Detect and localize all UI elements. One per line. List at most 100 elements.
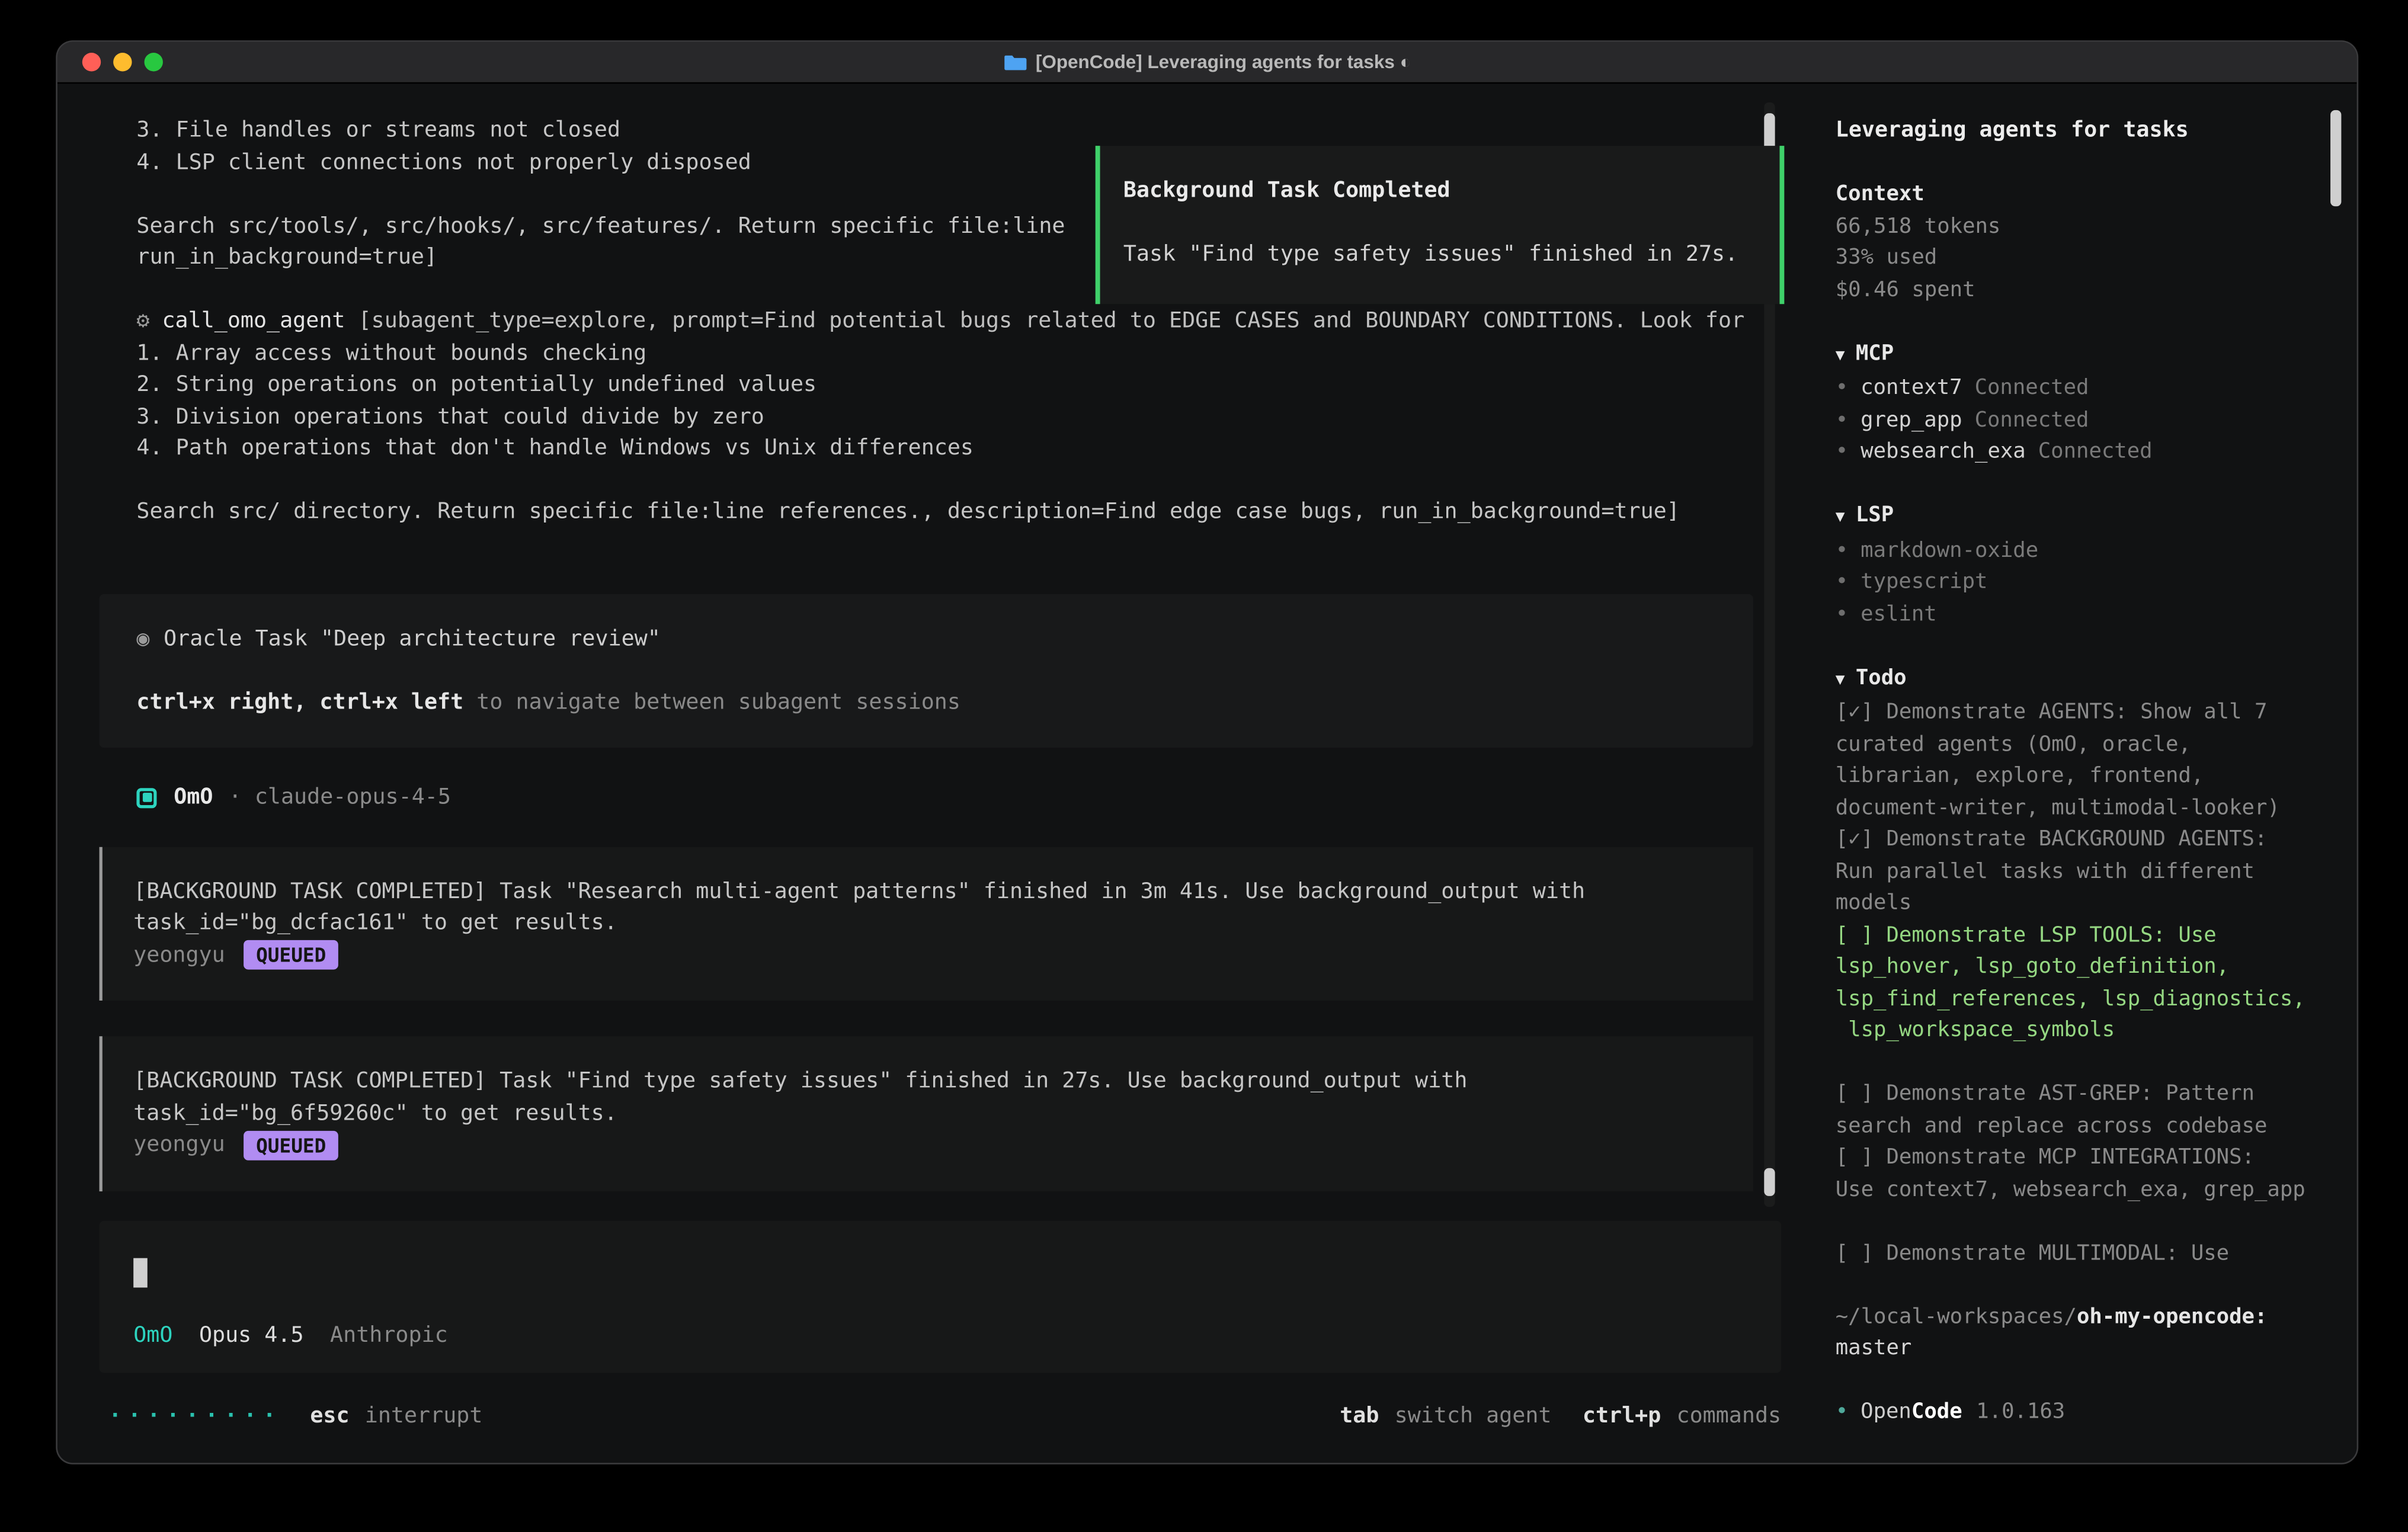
context-used: 33% used [1836, 242, 2320, 274]
agent-checkbox-icon [136, 788, 156, 808]
lsp-item: • typescript [1836, 566, 2320, 598]
tool-name: call_omo_agent [162, 309, 345, 334]
input-agent-name: OmO [133, 1320, 172, 1352]
bullet-icon: • [1836, 569, 1848, 594]
queued-badge: QUEUED [244, 941, 338, 970]
agent-header: OmO · claude-opus-4-5 [136, 782, 1781, 814]
window-title: [OpenCode] Leveraging agents for tasks ◐ [1003, 51, 1411, 73]
input-model-name: Opus 4.5 [199, 1320, 304, 1352]
session-title: Leveraging agents for tasks [1836, 115, 2320, 147]
message-author: yeongyu [133, 940, 225, 972]
queued-badge: QUEUED [244, 1130, 338, 1160]
workspace-repo: oh-my-opencode: [2077, 1304, 2267, 1329]
interrupt-label: interrupt [365, 1400, 483, 1432]
todo-section: ▼ Todo [✓] Demonstrate AGENTS: Show all 7… [1836, 662, 2320, 1269]
mcp-name: websearch_exa [1861, 439, 2026, 464]
context-heading: Context [1836, 181, 1925, 206]
workspace-section: ~/local-workspaces/oh-my-opencode: maste… [1836, 1301, 2320, 1364]
app-name-bold: Code [1911, 1396, 1962, 1428]
todo-heading: Todo [1856, 665, 1907, 690]
window-titlebar: [OpenCode] Leveraging agents for tasks ◐ [57, 42, 2357, 84]
workspace-path: ~/local-workspaces/oh-my-opencode: [1836, 1301, 2320, 1333]
agent-model: · claude-opus-4-5 [229, 782, 451, 814]
lsp-section: ▼LSP •markdown-oxide • typescript • eslint [1836, 499, 2320, 630]
bullet-icon: • [1836, 376, 1848, 400]
lsp-name: markdown-oxide [1861, 537, 2038, 562]
message-text: [BACKGROUND TASK COMPLETED] Task "Resear… [133, 876, 1722, 939]
gear-icon: ⚙ [136, 309, 149, 334]
text-cursor [133, 1257, 148, 1287]
fisheye-icon: ◉ [136, 626, 149, 651]
input-model-row: OmO Opus 4.5 Anthropic [133, 1320, 448, 1352]
switch-agent-label: switch agent [1395, 1400, 1552, 1432]
todo-item: [✓] Demonstrate AGENTS: Show all 7 curat… [1836, 697, 2320, 824]
todo-item: [ ] Demonstrate MULTIMODAL: Use [1836, 1237, 2320, 1269]
esc-key: esc [310, 1400, 349, 1432]
message-text: [BACKGROUND TASK COMPLETED] Task "Find t… [133, 1066, 1722, 1129]
background-task-toast: Background Task Completed Task "Find typ… [1096, 146, 1785, 304]
mcp-status: Connected [2038, 439, 2153, 464]
agent-name: OmO [174, 782, 213, 814]
terminal-window: [OpenCode] Leveraging agents for tasks ◐… [57, 42, 2357, 1463]
context-tokens: 66,518 tokens [1836, 210, 2320, 242]
window-title-text: [OpenCode] Leveraging agents for tasks ◐ [1036, 51, 1411, 73]
workspace-branch: master [1836, 1332, 2320, 1364]
keyboard-hints: tab switch agent ctrl+p commands [1340, 1400, 1781, 1432]
zoom-button[interactable] [145, 53, 163, 71]
tab-key: tab [1340, 1400, 1379, 1432]
todo-item: [ ] Demonstrate LSP TOOLS: Use lsp_hover… [1836, 919, 2320, 1046]
bullet-icon: • [1836, 407, 1848, 432]
toast-body: Task "Find type safety issues" finished … [1123, 239, 1756, 271]
folder-icon [1003, 53, 1026, 71]
prompt-input[interactable]: OmO Opus 4.5 Anthropic [100, 1220, 1782, 1372]
tool-args: [subagent_type=explore, prompt=Find pote… [358, 309, 1745, 334]
app-name-regular: Open [1861, 1396, 1911, 1428]
oracle-task-row: ◉ Oracle Task "Deep architecture review" [136, 623, 1716, 655]
context-section: Context 66,518 tokens 33% used $0.46 spe… [1836, 178, 2320, 306]
lsp-name: eslint [1861, 601, 1937, 626]
app-version-footer: • OpenCode 1.0.163 [1836, 1396, 2320, 1428]
lsp-name: typescript [1861, 569, 1987, 594]
todo-item: [✓] Demonstrate BACKGROUND AGENTS: Run p… [1836, 823, 2320, 919]
status-bar: ········· esc interrupt tab switch agent… [108, 1400, 1781, 1432]
todo-item: [ ] Demonstrate AST-GREP: Pattern search… [1836, 1078, 2320, 1142]
minimize-button[interactable] [113, 53, 132, 71]
chevron-down-icon: ▼ [1836, 671, 1845, 688]
lsp-item: • eslint [1836, 598, 2320, 630]
mcp-heading-row[interactable]: ▼ MCP [1836, 338, 2320, 373]
toast-title: Background Task Completed [1123, 175, 1756, 207]
message-meta-row: yeongyu QUEUED [133, 1129, 1722, 1161]
background-task-message: [BACKGROUND TASK COMPLETED] Task "Find t… [100, 1036, 1753, 1191]
context-spent: $0.46 spent [1836, 274, 2320, 306]
shortcut-hint-row: ctrl+x right, ctrl+x left to navigate be… [136, 687, 1716, 719]
oracle-task-title: Oracle Task "Deep architecture review" [164, 626, 661, 651]
window-content: 3. File handles or streams not closed 4.… [57, 84, 2357, 1463]
shortcut-description: to navigate between subagent sessions [463, 690, 960, 714]
desktop: [OpenCode] Leveraging agents for tasks ◐… [0, 0, 2408, 1532]
esc-hint: esc interrupt [310, 1400, 482, 1432]
todo-item: [ ] Demonstrate MCP INTEGRATIONS: Use co… [1836, 1142, 2320, 1205]
close-button[interactable] [82, 53, 101, 71]
mcp-name: context7 [1861, 376, 1962, 400]
message-meta-row: yeongyu QUEUED [133, 940, 1722, 972]
bullet-icon: • [1836, 1396, 1848, 1428]
sidebar-scrollbar-thumb[interactable] [2330, 110, 2341, 206]
shortcut-keys: ctrl+x right, ctrl+x left [136, 690, 463, 714]
mcp-item: •websearch_exaConnected [1836, 436, 2320, 468]
todo-heading-row[interactable]: ▼ Todo [1836, 662, 2320, 697]
commands-hint: ctrl+p commands [1583, 1400, 1781, 1432]
ctrl-p-key: ctrl+p [1583, 1400, 1661, 1432]
mcp-section: ▼MCP •context7Connected •grep_appConnect… [1836, 338, 2320, 468]
mcp-heading: MCP [1856, 341, 1894, 366]
mcp-item: • context7 Connected [1836, 372, 2320, 404]
tool-call-line: ⚙ call_omo_agent [subagent_type=explore, … [136, 306, 1781, 338]
app-version: 1.0.163 [1976, 1396, 2065, 1428]
session-sidebar: Leveraging agents for tasks Context 66,5… [1811, 84, 2357, 1463]
mcp-status: Connected [1975, 376, 2089, 400]
lsp-heading: LSP [1856, 502, 1894, 527]
bullet-icon: • [1836, 601, 1848, 626]
chevron-down-icon: ▼ [1836, 347, 1845, 364]
message-scrollbar-thumb[interactable] [1764, 1168, 1775, 1196]
lsp-heading-row[interactable]: ▼LSP [1836, 499, 2320, 534]
lsp-item: •markdown-oxide [1836, 534, 2320, 566]
